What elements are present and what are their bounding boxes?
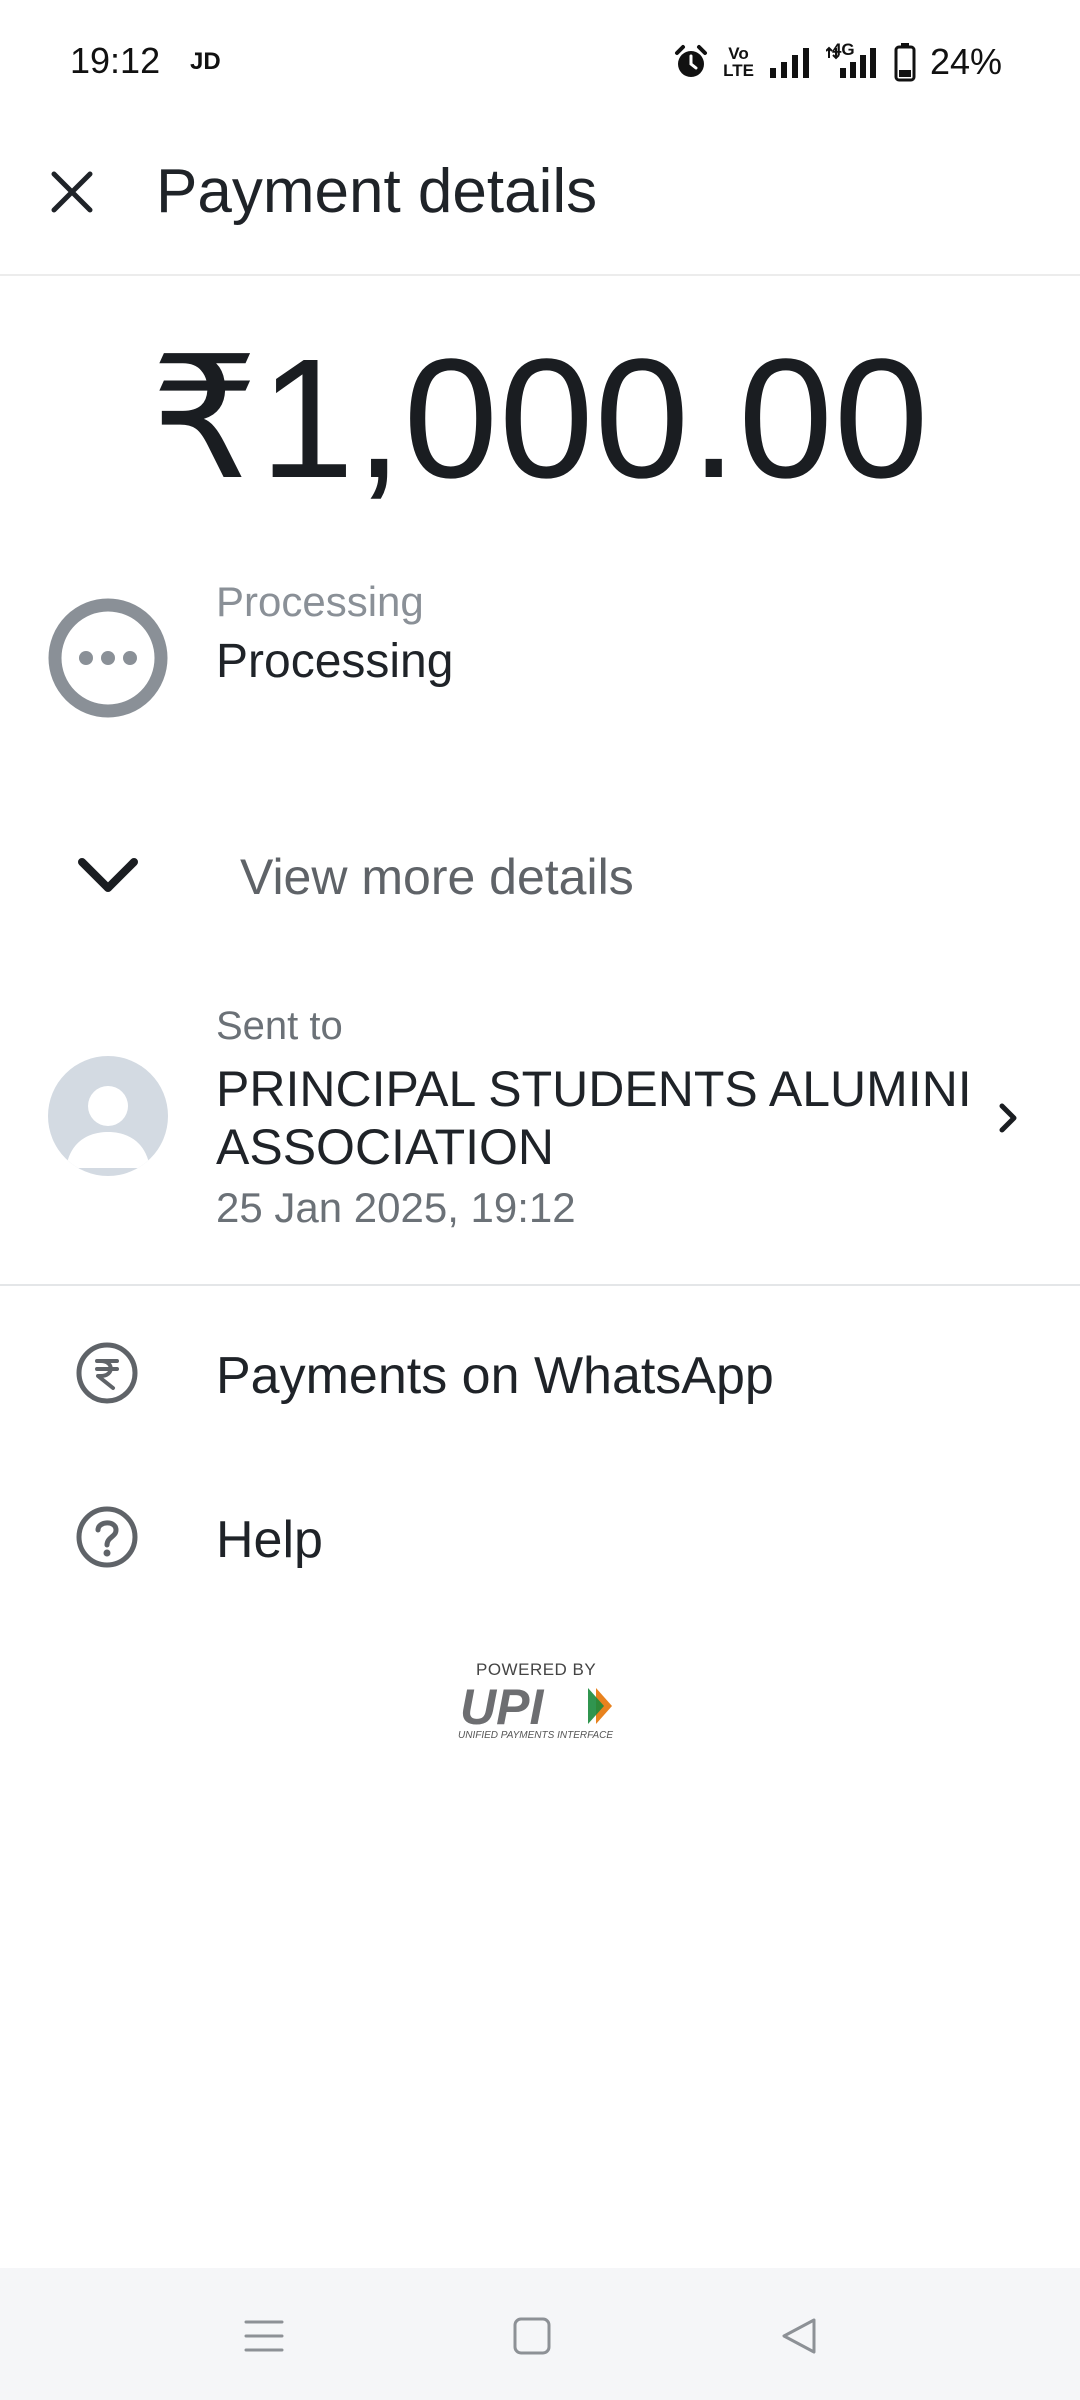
upi-wordmark-icon: UPI bbox=[460, 1680, 612, 1730]
status-icons: Vo LTE 4G 24% bbox=[673, 38, 1002, 86]
status-bar: 19:12 JD Vo LTE 4G 24% bbox=[0, 0, 1080, 120]
section-divider bbox=[0, 1284, 1080, 1286]
battery-icon bbox=[894, 43, 916, 82]
payments-on-whatsapp-label: Payments on WhatsApp bbox=[216, 1347, 774, 1405]
upi-subtitle: UNIFIED PAYMENTS INTERFACE bbox=[458, 1730, 614, 1741]
payments-on-whatsapp-row[interactable]: Payments on WhatsApp bbox=[0, 1302, 1080, 1442]
status-carrier-tag: JD bbox=[190, 48, 221, 75]
upi-logo: POWERED BY UPI UNIFIED PAYMENTS INTERFAC… bbox=[458, 1660, 628, 1742]
payment-details-screen: 19:12 JD Vo LTE 4G 24% Payment details ₹… bbox=[0, 0, 1080, 2400]
view-more-label: View more details bbox=[240, 849, 634, 905]
processing-status-icon-wrap bbox=[48, 598, 168, 718]
signal-icon bbox=[769, 48, 809, 78]
app-header: Payment details bbox=[0, 120, 1080, 276]
menu-icon[interactable] bbox=[240, 2312, 288, 2360]
help-label: Help bbox=[216, 1511, 323, 1569]
signal-4g-group: 4G bbox=[825, 40, 880, 80]
person-avatar-icon bbox=[48, 1056, 168, 1176]
status-label-secondary: Processing bbox=[216, 578, 424, 625]
help-row[interactable]: Help bbox=[0, 1466, 1080, 1606]
battery-percent: 24% bbox=[929, 41, 1002, 82]
payment-amount: ₹1,000.00 bbox=[150, 324, 930, 514]
system-nav-bar bbox=[0, 2268, 1080, 2400]
home-icon[interactable] bbox=[508, 2312, 556, 2360]
payment-datetime: 25 Jan 2025, 19:12 bbox=[216, 1184, 576, 1231]
chevron-right-icon bbox=[999, 1103, 1017, 1133]
close-icon bbox=[51, 171, 93, 213]
view-more-details-button[interactable]: View more details bbox=[0, 820, 1080, 930]
svg-text:UPI: UPI bbox=[460, 1680, 544, 1730]
back-icon[interactable] bbox=[774, 2312, 822, 2360]
recipient-row[interactable]: Sent to PRINCIPAL STUDENTS ALUMINI ASSOC… bbox=[0, 990, 1080, 1252]
chevron-down-icon bbox=[78, 858, 138, 892]
page-title: Payment details bbox=[156, 157, 598, 226]
alarm-icon bbox=[675, 45, 708, 77]
status-label-primary: Processing bbox=[216, 635, 454, 688]
close-button[interactable] bbox=[36, 156, 108, 228]
rupee-icon bbox=[76, 1342, 138, 1404]
volte-icon: Vo LTE bbox=[723, 44, 754, 80]
upi-powered-by: POWERED BY bbox=[476, 1660, 597, 1679]
status-time: 19:12 bbox=[70, 40, 161, 81]
recipient-name: PRINCIPAL STUDENTS ALUMINI ASSOCIATION bbox=[216, 1061, 972, 1175]
processing-dots-icon bbox=[48, 598, 168, 718]
sent-to-label: Sent to bbox=[216, 1004, 343, 1048]
help-icon bbox=[76, 1506, 138, 1568]
network-type: 4G bbox=[831, 40, 855, 59]
